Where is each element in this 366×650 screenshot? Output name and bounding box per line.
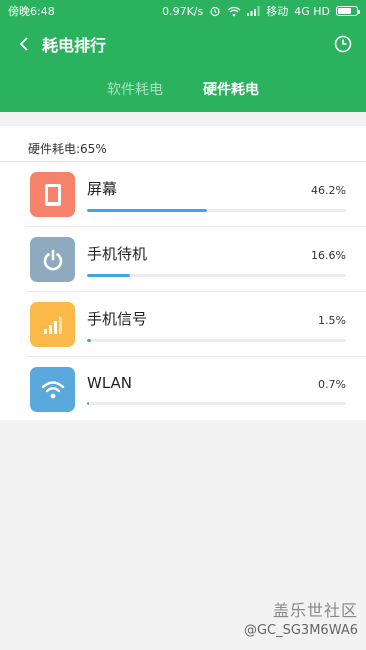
wifi-status-icon bbox=[227, 6, 241, 17]
item-percent: 16.6% bbox=[311, 248, 346, 262]
history-button[interactable] bbox=[332, 33, 354, 55]
chevron-left-icon bbox=[19, 37, 28, 51]
network-speed: 0.97K/s bbox=[162, 4, 204, 18]
network-type: 4G HD bbox=[294, 4, 330, 18]
usage-bar bbox=[87, 402, 346, 405]
hardware-usage-summary: 硬件耗电:65% bbox=[0, 126, 366, 162]
list-item-standby[interactable]: 手机待机 16.6% bbox=[0, 227, 366, 292]
watermark: 盖乐世社区 @GC_SG3M6WA6 bbox=[244, 597, 358, 638]
back-button[interactable] bbox=[12, 32, 36, 56]
carrier-label: 移动 bbox=[266, 5, 289, 18]
usage-bar bbox=[87, 338, 346, 342]
signal-icon bbox=[30, 302, 75, 347]
tab-software[interactable]: 软件耗电 bbox=[107, 79, 163, 99]
item-name: 屏幕 bbox=[87, 179, 118, 198]
status-bar: 傍晚6:48 0.97K/s 移动 4G HD bbox=[0, 0, 366, 22]
item-percent: 1.5% bbox=[318, 313, 346, 327]
usage-bar bbox=[87, 208, 346, 212]
list-item-screen[interactable]: 屏幕 46.2% bbox=[0, 162, 366, 227]
watermark-handle: @GC_SG3M6WA6 bbox=[243, 623, 358, 638]
page-title: 耗电排行 bbox=[42, 36, 107, 55]
tab-hardware[interactable]: 硬件耗电 bbox=[203, 79, 259, 99]
cellular-signal-icon bbox=[247, 6, 260, 16]
item-percent: 46.2% bbox=[311, 183, 346, 197]
screen-icon bbox=[30, 172, 75, 217]
list-item-wlan[interactable]: WLAN 0.7% bbox=[0, 357, 366, 422]
list-item-signal[interactable]: 手机信号 1.5% bbox=[0, 292, 366, 357]
item-name: 手机待机 bbox=[87, 244, 148, 263]
wifi-icon bbox=[30, 367, 75, 412]
item-name: 手机信号 bbox=[87, 309, 148, 328]
battery-icon bbox=[336, 6, 360, 16]
clock-icon bbox=[334, 35, 352, 53]
usage-bar bbox=[87, 273, 346, 277]
power-icon bbox=[30, 237, 75, 282]
item-name: WLAN bbox=[87, 374, 133, 392]
watermark-title: 盖乐世社区 bbox=[272, 601, 358, 620]
tab-bar: 软件耗电 硬件耗电 bbox=[0, 66, 366, 112]
alarm-icon bbox=[209, 5, 221, 17]
usage-list-panel: 硬件耗电:65% 屏幕 46.2% 手机待机 16.6% 手机信号 1.5% W… bbox=[0, 126, 366, 420]
item-percent: 0.7% bbox=[318, 378, 346, 391]
app-header: 傍晚6:48 0.97K/s 移动 4G HD 耗电排行 软件耗电 硬件耗电 bbox=[0, 0, 366, 112]
status-time: 傍晚6:48 bbox=[8, 5, 55, 18]
